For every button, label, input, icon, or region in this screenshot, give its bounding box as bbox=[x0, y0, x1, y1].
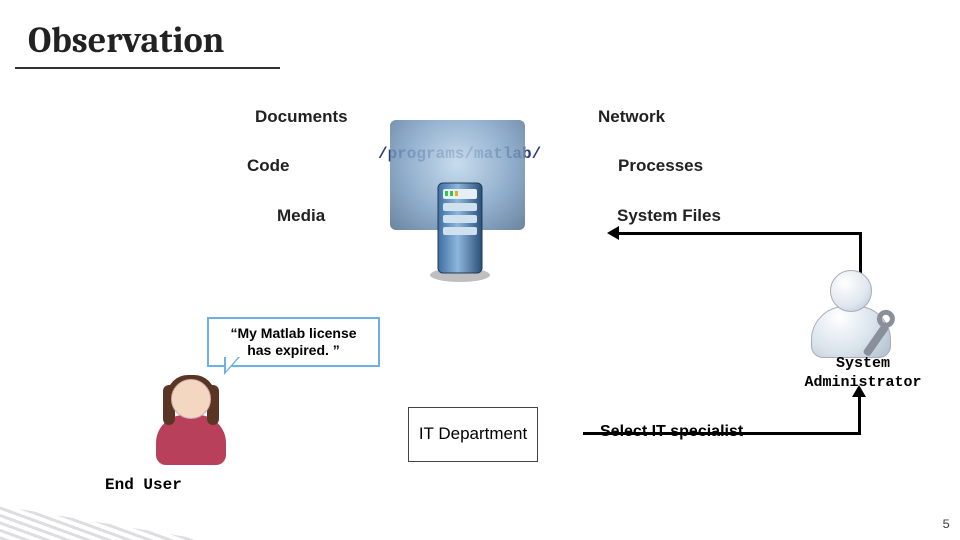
label-documents: Documents bbox=[255, 107, 348, 127]
label-system-files: System Files bbox=[617, 206, 721, 226]
label-code: Code bbox=[247, 156, 290, 176]
arrow-sysfiles-to-admin-h bbox=[617, 232, 862, 235]
end-user-label: End User bbox=[105, 476, 182, 494]
sysadmin-label: System Administrator bbox=[788, 355, 938, 393]
title-underline bbox=[15, 67, 280, 69]
speech-bubble-tail-inner bbox=[226, 357, 238, 371]
slide-title: Observation bbox=[28, 20, 224, 61]
label-processes: Processes bbox=[618, 156, 703, 176]
select-specialist-label: Select IT specialist bbox=[600, 423, 743, 441]
arrow-select-v bbox=[858, 395, 861, 435]
server-icon bbox=[425, 175, 495, 290]
arrow-sysfiles-head bbox=[607, 226, 619, 240]
label-network: Network bbox=[598, 107, 665, 127]
page-number: 5 bbox=[942, 517, 950, 532]
slide: Observation Documents Code Media Network… bbox=[0, 0, 960, 540]
arrow-sysfiles-to-admin-v bbox=[859, 232, 862, 275]
it-department-box: IT Department bbox=[408, 407, 538, 462]
label-media: Media bbox=[277, 206, 325, 226]
